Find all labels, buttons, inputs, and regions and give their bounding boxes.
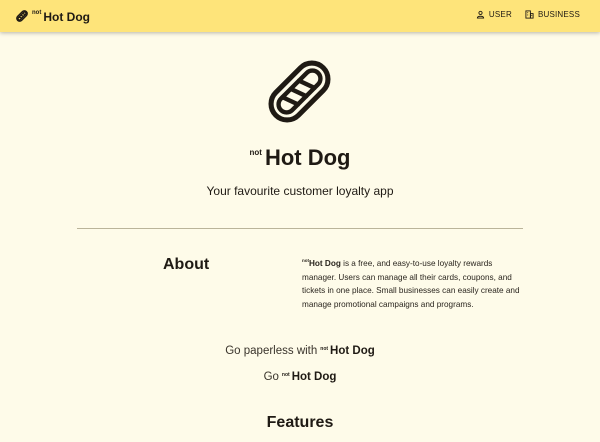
top-nav: USER BUSINESS xyxy=(476,10,580,19)
top-app-bar: not Hot Dog USER BUSINESS xyxy=(0,0,600,32)
tagline-go: Go not Hot Dog xyxy=(0,371,600,383)
nav-user-label: USER xyxy=(488,10,512,19)
tagline-go-prefix: Go xyxy=(263,371,279,383)
user-icon xyxy=(476,10,485,19)
nav-business-link[interactable]: BUSINESS xyxy=(525,10,580,19)
tagline-paperless-not: not xyxy=(320,346,329,352)
section-divider xyxy=(77,228,523,229)
title-name: Hot Dog xyxy=(264,145,351,170)
tagline-paperless-prefix: Go paperless with xyxy=(225,345,318,357)
tagline-paperless-brand: Hot Dog xyxy=(330,345,375,357)
hot-dog-logo-icon xyxy=(268,60,331,123)
title-not-label: not xyxy=(249,148,262,157)
building-icon xyxy=(525,10,534,19)
about-brand-not: not xyxy=(302,258,309,263)
brand-name: Hot Dog xyxy=(43,10,90,24)
tagline-go-not: not xyxy=(281,372,290,378)
page-title: not Hot Dog xyxy=(0,144,600,172)
tagline-go-brand: Hot Dog xyxy=(291,371,337,383)
features-heading: Features xyxy=(266,414,334,431)
nav-user-link[interactable]: USER xyxy=(476,10,512,19)
about-brand-name: Hot Dog xyxy=(309,259,341,268)
hero-tagline: Your favourite customer loyalty app xyxy=(206,184,394,198)
about-description: notHot Dog is a free, and easy-to-use lo… xyxy=(302,257,520,311)
nav-business-label: BUSINESS xyxy=(537,10,580,19)
brand-not-label: not xyxy=(32,10,42,16)
about-heading: About xyxy=(163,256,210,273)
brand-home-link[interactable]: not Hot Dog xyxy=(15,7,90,25)
tagline-paperless: Go paperless with not Hot Dog xyxy=(0,345,600,357)
hot-dog-icon xyxy=(16,10,28,22)
